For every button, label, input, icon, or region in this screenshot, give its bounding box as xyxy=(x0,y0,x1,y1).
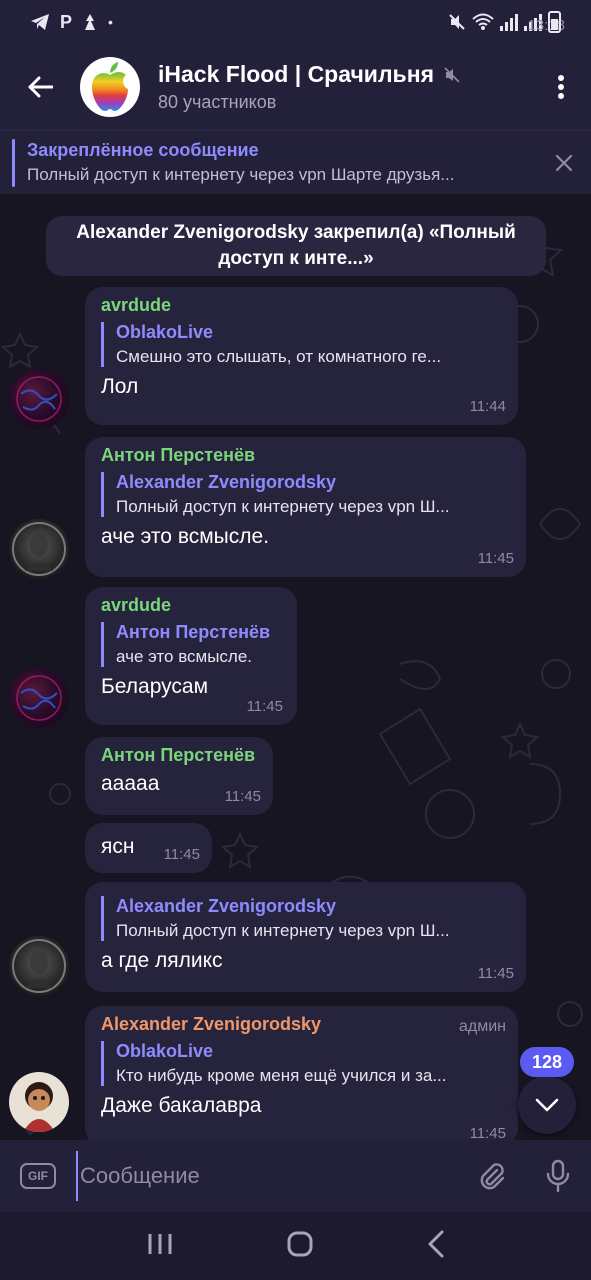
telegram-icon xyxy=(31,14,49,30)
message-bubble[interactable]: Alexander Zvenigorodsky Полный доступ к … xyxy=(85,882,526,992)
reply-quote[interactable]: OblakoLive Кто нибудь кроме меня ещё учи… xyxy=(101,1041,504,1086)
more-button[interactable] xyxy=(531,44,591,130)
admin-badge: админ xyxy=(458,1018,506,1035)
pinned-indicator xyxy=(12,138,15,187)
sender-name[interactable]: avrdude xyxy=(101,595,283,616)
chat-header: iHack Flood | Срачильня 80 участников xyxy=(0,44,591,130)
gif-icon: GIF xyxy=(20,1163,56,1189)
apple-logo-icon xyxy=(92,62,128,111)
nav-home-icon xyxy=(287,1231,312,1256)
globe-avatar-icon xyxy=(16,675,62,721)
avatar[interactable] xyxy=(9,369,69,429)
reply-quote[interactable]: OblakoLive Смешно это слышать, от комнат… xyxy=(101,322,504,367)
message-time: 11:44 xyxy=(469,398,506,415)
back-button[interactable] xyxy=(0,44,80,130)
mute-status-icon xyxy=(449,14,465,30)
message-bubble[interactable]: Антон Перстенёв ааааа 11:45 xyxy=(85,737,273,815)
attach-icon xyxy=(480,1163,505,1190)
system-navigation-bar xyxy=(0,1212,591,1280)
reply-text: Смешно это слышать, от комнатного ге... xyxy=(116,347,442,366)
member-count: 80 участников xyxy=(158,92,277,112)
chat-area[interactable]: Alexander Zvenigorodsky закрепил(а) «Пол… xyxy=(0,194,591,1140)
more-vertical-icon xyxy=(558,75,564,99)
reply-quote[interactable]: Alexander Zvenigorodsky Полный доступ к … xyxy=(101,472,512,517)
reply-author: OblakoLive xyxy=(116,1041,214,1061)
message-text: Даже бакалавра xyxy=(101,1094,262,1117)
message-text: Беларусам xyxy=(101,675,209,698)
group-avatar[interactable] xyxy=(80,57,140,117)
nav-recents-icon xyxy=(148,1233,171,1254)
chat-title[interactable]: iHack Flood | Срачильня xyxy=(158,61,434,88)
reply-text: Полный доступ к интернету через vpn Ш... xyxy=(116,921,450,940)
pinned-close-button[interactable] xyxy=(537,154,591,172)
nav-back-button[interactable] xyxy=(427,1230,445,1263)
reply-text: аче это всмысле. xyxy=(116,647,253,666)
notif-p-icon: P xyxy=(60,11,73,32)
pinned-message[interactable]: Закреплённое сообщение Полный доступ к и… xyxy=(0,130,591,194)
service-message: Alexander Zvenigorodsky закрепил(а) «Пол… xyxy=(46,216,546,276)
cartoon-avatar-icon xyxy=(23,1082,55,1132)
sender-name[interactable]: avrdude xyxy=(101,295,504,316)
chevron-down-icon xyxy=(535,1098,559,1112)
back-arrow-icon xyxy=(28,76,53,98)
message-time: 11:45 xyxy=(469,1125,506,1140)
attach-button[interactable] xyxy=(459,1161,525,1191)
wifi-icon xyxy=(472,13,494,30)
message-input[interactable] xyxy=(76,1151,459,1201)
reply-text: Полный доступ к интернету через vpn Ш... xyxy=(116,497,450,516)
message-text: а где ляликс xyxy=(101,949,223,972)
avatar[interactable] xyxy=(9,936,69,996)
message-bubble[interactable]: avrdude OblakoLive Смешно это слышать, о… xyxy=(85,287,518,425)
notif-app-icon xyxy=(85,14,96,30)
unread-badge[interactable]: 128 xyxy=(520,1047,574,1077)
mute-icon xyxy=(444,66,460,83)
pinned-title: Закреплённое сообщение xyxy=(27,140,259,160)
reply-author: Антон Перстенёв xyxy=(116,622,271,642)
voice-button[interactable] xyxy=(525,1159,591,1193)
message-time: 11:45 xyxy=(246,698,283,715)
status-bar: 13:18 P • xyxy=(0,0,591,44)
avatar[interactable] xyxy=(9,668,69,728)
reply-quote[interactable]: Alexander Zvenigorodsky Полный доступ к … xyxy=(101,896,512,941)
sender-name[interactable]: Антон Перстенёв xyxy=(101,745,259,766)
signal-icon xyxy=(500,13,518,31)
statue-avatar-icon xyxy=(12,522,66,576)
reply-quote[interactable]: Антон Перстенёв аче это всмысле. xyxy=(101,622,283,667)
status-notification-icons: P • xyxy=(30,12,113,33)
globe-avatar-icon xyxy=(16,376,62,422)
reply-author: Alexander Zvenigorodsky xyxy=(116,472,337,492)
message-time: 11:45 xyxy=(163,846,200,863)
message-composer: GIF xyxy=(0,1140,591,1212)
sender-name[interactable]: Антон Перстенёв xyxy=(101,445,512,466)
message-time: 11:45 xyxy=(224,788,261,805)
message-bubble[interactable]: ясн 11:45 xyxy=(85,823,212,873)
nav-recents-button[interactable] xyxy=(147,1232,173,1261)
avatar[interactable] xyxy=(9,1072,69,1132)
scroll-down-button[interactable] xyxy=(518,1076,576,1134)
reply-author: Alexander Zvenigorodsky xyxy=(116,896,337,916)
nav-back-icon xyxy=(428,1230,443,1257)
gif-button[interactable]: GIF xyxy=(0,1163,76,1189)
reply-text: Кто нибудь кроме меня ещё учился и за... xyxy=(116,1066,447,1085)
message-time: 11:45 xyxy=(477,965,514,982)
dot-icon: • xyxy=(108,14,113,30)
message-bubble[interactable]: Антон Перстенёв Alexander Zvenigorodsky … xyxy=(85,437,526,577)
avatar[interactable] xyxy=(9,519,69,579)
message-text: аче это всмысле. xyxy=(101,525,270,548)
nav-home-button[interactable] xyxy=(286,1230,314,1263)
message-bubble[interactable]: Alexander Zvenigorodsky админ OblakoLive… xyxy=(85,1006,518,1140)
sender-name[interactable]: Alexander Zvenigorodsky xyxy=(101,1014,504,1035)
reply-author: OblakoLive xyxy=(116,322,214,342)
statue-avatar-icon xyxy=(12,939,66,993)
mic-icon xyxy=(546,1159,570,1193)
close-icon xyxy=(555,154,573,171)
message-time: 11:45 xyxy=(477,550,514,567)
message-text: Лол xyxy=(101,375,139,398)
pinned-text: Полный доступ к интернету через vpn Шарт… xyxy=(27,165,455,184)
message-bubble[interactable]: avrdude Антон Перстенёв аче это всмысле.… xyxy=(85,587,297,725)
battery-icon xyxy=(548,11,561,33)
